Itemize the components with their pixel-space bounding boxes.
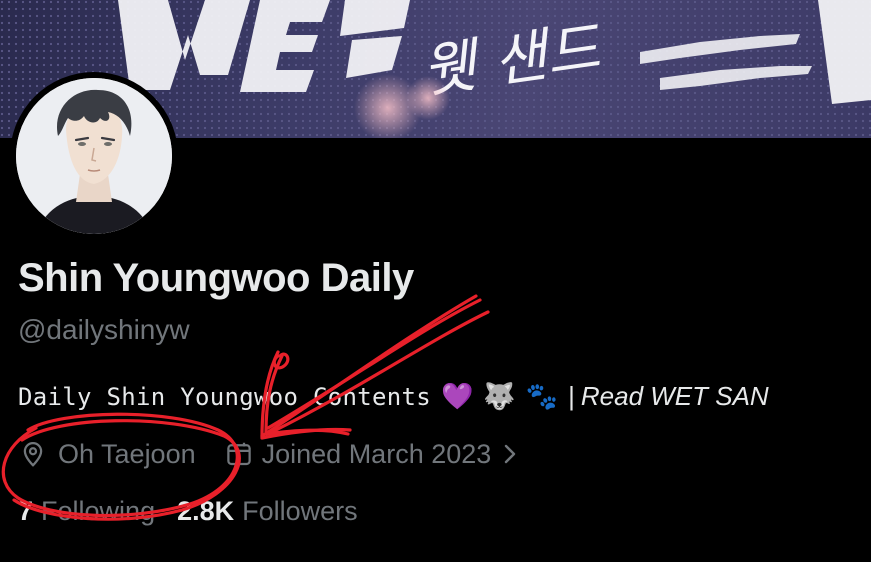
profile-bio: Daily Shin Youngwoo Contents 💜 🐺 🐾 | Rea…: [18, 381, 871, 412]
location-pin-icon: [18, 438, 48, 470]
avatar-image: [16, 78, 172, 234]
avatar[interactable]: [10, 72, 178, 240]
following-link[interactable]: 7 Following: [18, 496, 155, 527]
profile-display-name: Shin Youngwoo Daily: [18, 256, 414, 300]
chevron-right-icon: [503, 443, 517, 465]
following-label: Following: [41, 496, 156, 526]
followers-label: Followers: [242, 496, 358, 526]
profile-location: Oh Taejoon: [18, 438, 196, 470]
purple-heart-emoji: 💜: [440, 381, 474, 411]
calendar-icon: [224, 439, 254, 469]
profile-handle: @dailyshinyw: [18, 314, 190, 345]
wolf-emoji: 🐺: [483, 381, 516, 411]
bio-text: Daily Shin Youngwoo Contents: [18, 382, 431, 411]
followers-count: 2.8K: [177, 496, 235, 526]
bio-separator: |: [568, 381, 575, 411]
followers-link[interactable]: 2.8K Followers: [177, 496, 358, 527]
profile-joined-date[interactable]: Joined March 2023: [224, 439, 518, 470]
following-count: 7: [18, 496, 34, 526]
paw-prints-emoji: 🐾: [525, 381, 559, 411]
joined-text: Joined March 2023: [261, 438, 492, 469]
bio-link[interactable]: Read WET SAN: [581, 381, 769, 412]
profile-meta-row: Oh Taejoon Joined March 2023: [18, 434, 517, 474]
profile-stats: 7 Following 2.8K Followers: [18, 496, 358, 527]
location-text: Oh Taejoon: [58, 438, 196, 469]
